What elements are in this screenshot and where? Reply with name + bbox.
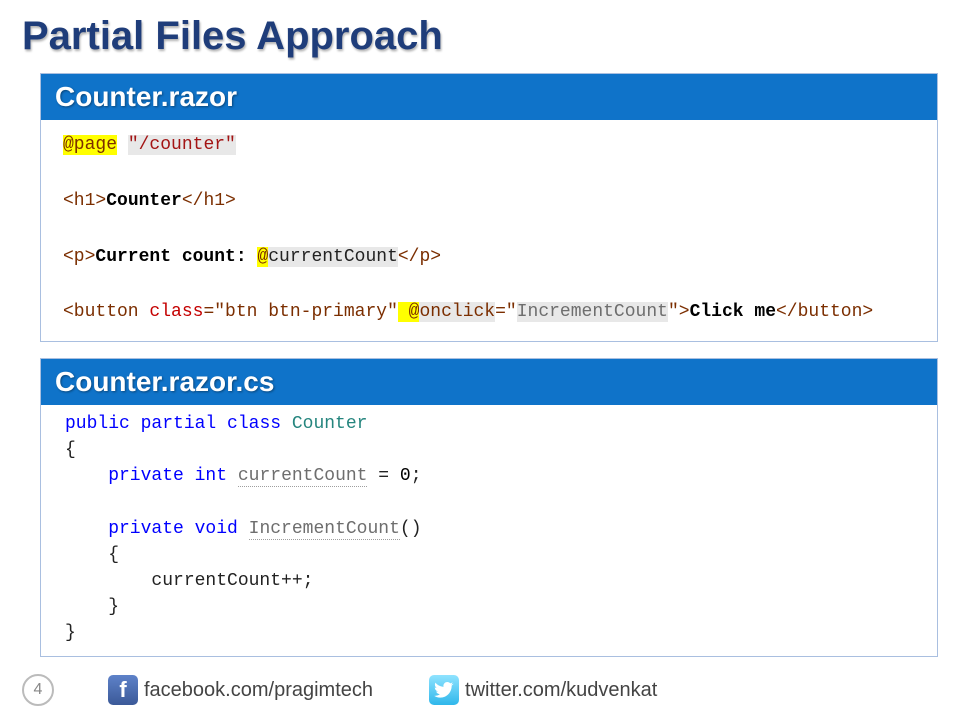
kw-class: class — [216, 414, 281, 434]
method-incrementCount: IncrementCount — [249, 519, 400, 540]
p-open-tag: <p> — [63, 247, 95, 267]
onclick-at-symbol: @ — [398, 302, 420, 322]
onclick-handler: IncrementCount — [517, 302, 668, 322]
kw-private-2: private — [65, 519, 184, 539]
literal-zero: 0 — [400, 466, 411, 486]
razor-variable: currentCount — [268, 247, 398, 267]
field-currentCount: currentCount — [238, 466, 368, 487]
eq: = — [367, 466, 399, 486]
page-title: Partial Files Approach — [0, 0, 960, 67]
parens: () — [400, 519, 422, 539]
code-card-cs: Counter.razor.cs public partial class Co… — [40, 358, 938, 657]
kw-private-1: private — [65, 466, 184, 486]
method-brace-close: } — [65, 597, 119, 617]
facebook-icon: f — [108, 675, 138, 705]
type-counter: Counter — [281, 414, 367, 434]
increment-statement: currentCount++; — [65, 571, 313, 591]
razor-at-symbol: @ — [257, 247, 268, 267]
class-attr-value: ="btn btn-primary" — [203, 302, 397, 322]
kw-void: void — [184, 519, 238, 539]
p-text: Current count: — [95, 247, 257, 267]
razor-route-string: "/counter" — [128, 135, 236, 155]
onclick-attr-name: onclick — [419, 302, 495, 322]
onclick-eq-quote: =" — [495, 302, 517, 322]
onclick-close-quote: " — [668, 302, 679, 322]
button-open-tag: <button — [63, 302, 139, 322]
class-brace-close: } — [65, 623, 76, 643]
h1-text: Counter — [106, 191, 182, 211]
kw-partial: partial — [130, 414, 216, 434]
h1-open-tag: <h1> — [63, 191, 106, 211]
p-close-tag: </p> — [398, 247, 441, 267]
space — [227, 466, 238, 486]
facebook-text: facebook.com/pragimtech — [144, 679, 373, 702]
kw-public: public — [65, 414, 130, 434]
code-block-cs: public partial class Counter { private i… — [41, 405, 937, 656]
code-card-razor: Counter.razor @page "/counter" <h1>Count… — [40, 73, 938, 342]
semicolon: ; — [411, 466, 422, 486]
button-text: Click me — [690, 302, 776, 322]
twitter-icon — [429, 675, 459, 705]
twitter-text: twitter.com/kudvenkat — [465, 679, 657, 702]
card-header-razor: Counter.razor — [41, 74, 937, 120]
card-header-cs: Counter.razor.cs — [41, 359, 937, 405]
class-attr-name: class — [139, 302, 204, 322]
page-number-badge: 4 — [22, 674, 54, 706]
facebook-link[interactable]: f facebook.com/pragimtech — [108, 675, 373, 705]
brace-open: { — [65, 440, 76, 460]
h1-close-tag: </h1> — [182, 191, 236, 211]
button-close-tag: </button> — [776, 302, 873, 322]
button-open-end: > — [679, 302, 690, 322]
code-block-razor: @page "/counter" <h1>Counter</h1> <p>Cur… — [41, 120, 937, 341]
space2 — [238, 519, 249, 539]
footer: 4 f facebook.com/pragimtech twitter.com/… — [0, 674, 960, 706]
kw-int: int — [184, 466, 227, 486]
method-brace-open: { — [65, 545, 119, 565]
twitter-link[interactable]: twitter.com/kudvenkat — [429, 675, 657, 705]
razor-page-directive: @page — [63, 135, 117, 155]
